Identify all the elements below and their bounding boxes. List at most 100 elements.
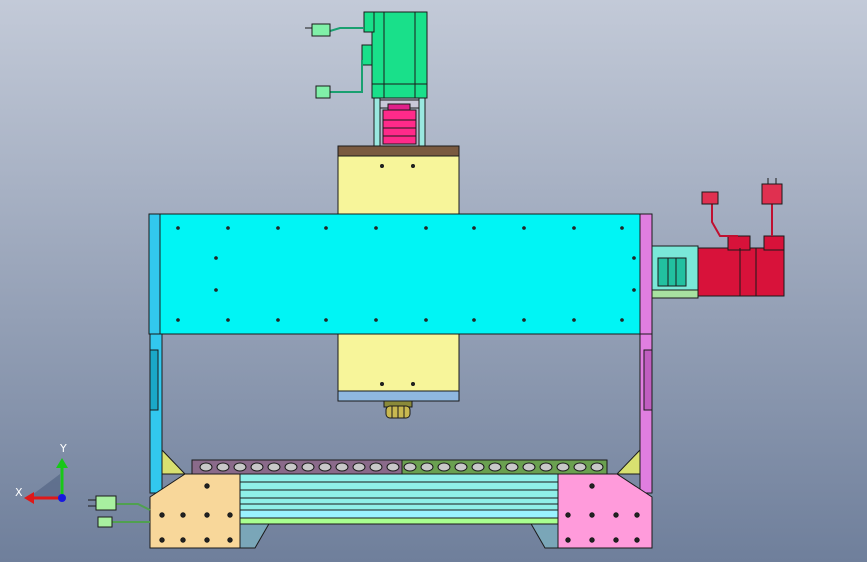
chain-link [488, 462, 502, 472]
mount-rod-right [418, 97, 426, 147]
beam-hole [374, 226, 378, 230]
y-linear-rail[interactable] [239, 473, 561, 511]
head-lower-plate [337, 390, 460, 402]
x-motor-body [697, 247, 785, 297]
beam-hole [214, 256, 218, 260]
mount-rod-left [373, 97, 381, 147]
chain-link [437, 462, 451, 472]
plate-hole [634, 512, 640, 518]
plate-hole [227, 512, 233, 518]
beam-hole [472, 226, 476, 230]
plate-hole [565, 537, 571, 543]
z-head-upper[interactable] [337, 145, 460, 215]
chain-link [352, 462, 366, 472]
plate-hole [204, 483, 210, 489]
rail-green-strip [239, 517, 559, 525]
gantry-beam[interactable] [148, 213, 653, 335]
beam-hole [572, 226, 576, 230]
triad-z-axis [58, 494, 66, 502]
beam-hole [176, 318, 180, 322]
chain-link [386, 462, 400, 472]
chain-link [216, 462, 230, 472]
beam-hole [620, 226, 624, 230]
chain-link [471, 462, 485, 472]
beam-hole [276, 226, 280, 230]
plate-hole [589, 483, 595, 489]
beam-hole [620, 318, 624, 322]
plate-hole [613, 512, 619, 518]
x-coupling [657, 257, 687, 287]
chain-link [284, 462, 298, 472]
beam-hole [632, 256, 636, 260]
chain-link [250, 462, 264, 472]
rail-body [239, 473, 561, 511]
chain-link [454, 462, 468, 472]
z-coupling [382, 109, 417, 145]
plate-hole [565, 512, 571, 518]
beam-hole [374, 318, 378, 322]
beam-hole [226, 318, 230, 322]
chain-link [369, 462, 383, 472]
beam-hole [214, 288, 218, 292]
beam-hole [522, 226, 526, 230]
z-power-connector [311, 23, 331, 37]
cnc-gantry-model[interactable] [0, 0, 867, 562]
beam-hole [522, 318, 526, 322]
plate-hole [589, 537, 595, 543]
z-motor-flange [371, 83, 428, 99]
chain-link [301, 462, 315, 472]
triad-x-label: X [15, 486, 23, 499]
gantry-beam-body [159, 213, 641, 335]
chain-link [573, 462, 587, 472]
beam-hole [572, 318, 576, 322]
chain-link [505, 462, 519, 472]
plate-hole [180, 537, 186, 543]
plate-hole [159, 537, 165, 543]
plate-hole [159, 512, 165, 518]
z-motor-body [371, 11, 428, 85]
head-top-plate [337, 145, 460, 157]
spindle-tool[interactable] [383, 400, 413, 419]
chain-link [267, 462, 281, 472]
beam-hole [226, 226, 230, 230]
beam-hole [632, 288, 636, 292]
chain-link [556, 462, 570, 472]
x-encoder-connector [701, 191, 719, 205]
beam-hole [472, 318, 476, 322]
chain-link [318, 462, 332, 472]
z-servo-motor[interactable] [361, 11, 428, 99]
y-power-connector [95, 495, 117, 511]
plate-hole [204, 537, 210, 543]
chain-link [590, 462, 604, 472]
gantry-beam-right-end [639, 213, 653, 335]
plate-hole [613, 537, 619, 543]
plate-hole [589, 512, 595, 518]
z-encoder-connector [315, 85, 331, 99]
beam-hole [424, 318, 428, 322]
chain-link [403, 462, 417, 472]
head-lower-body [337, 332, 460, 392]
plate-hole [634, 537, 640, 543]
beam-hole [276, 318, 280, 322]
plate-hole [180, 512, 186, 518]
chain-link [522, 462, 536, 472]
z-head-lower[interactable] [337, 332, 460, 402]
chain-link [420, 462, 434, 472]
y-encoder-connector [97, 516, 113, 528]
chain-link [233, 462, 247, 472]
beam-hole [176, 226, 180, 230]
beam-hole [324, 226, 328, 230]
chain-link [539, 462, 553, 472]
gantry-beam-left-end [148, 213, 161, 335]
x-power-connector [761, 183, 783, 205]
triad-y-label: Y [60, 442, 67, 455]
x-motor-mount[interactable] [651, 245, 699, 299]
cad-viewport[interactable]: X Y [0, 0, 867, 562]
plate-hole [227, 537, 233, 543]
head-upper-body [337, 155, 460, 215]
beam-hole [424, 226, 428, 230]
chain-link [199, 462, 213, 472]
chain-link [335, 462, 349, 472]
cable-chain[interactable] [191, 459, 608, 475]
plate-hole [204, 512, 210, 518]
